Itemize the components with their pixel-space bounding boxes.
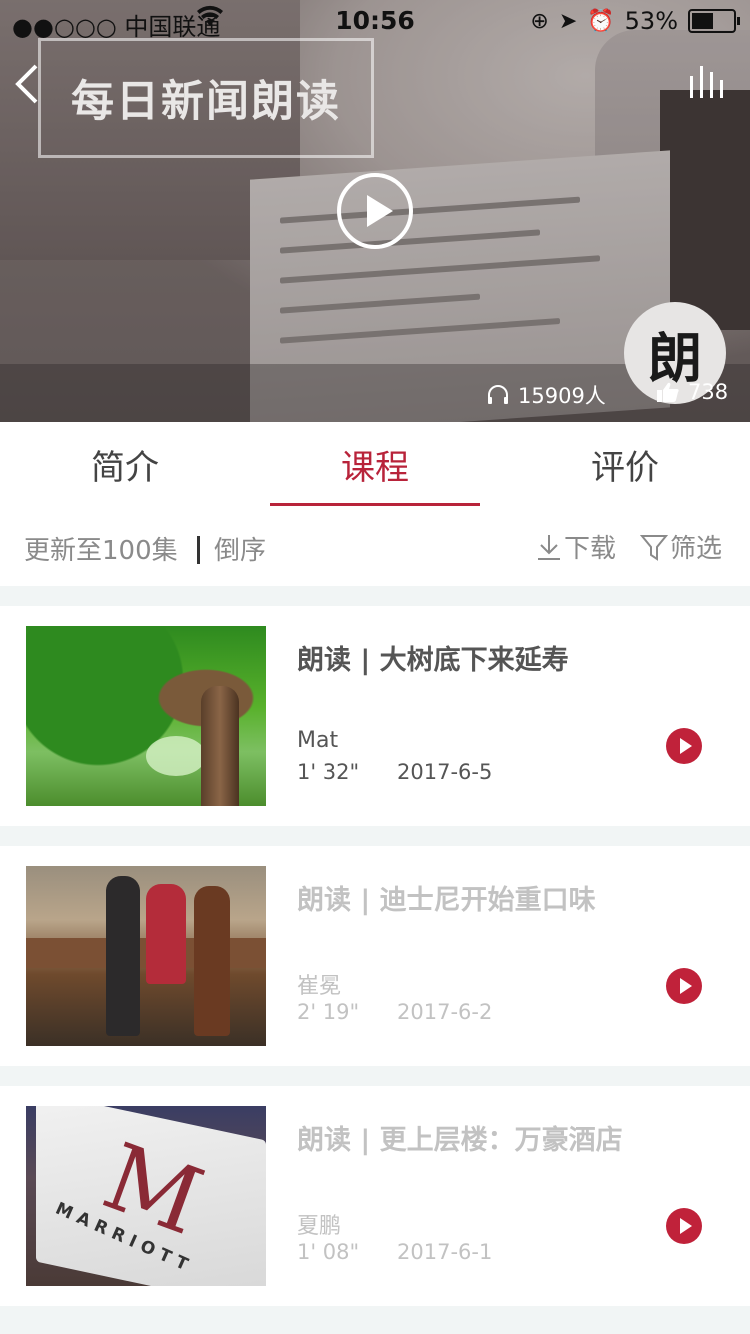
sort-order-button[interactable]: 倒序 [214, 530, 266, 567]
tab-intro[interactable]: 简介 [20, 440, 230, 489]
episode-thumbnail-marriott: M MARRIOTT [26, 1106, 266, 1286]
listener-count-value: 15909人 [518, 384, 606, 408]
listener-count: 15909人 [486, 380, 606, 410]
episode-item[interactable]: 朗读 | 大树底下来延寿 Mat 1' 32" 2017-6-5 [0, 606, 750, 826]
episode-item[interactable]: M MARRIOTT 朗读 | 更上层楼：万豪酒店 夏鹏 1' 08" 2017… [0, 1086, 750, 1306]
like-count: 738 [688, 380, 729, 404]
play-episode-button[interactable] [666, 1208, 702, 1244]
play-episode-button[interactable] [666, 728, 702, 764]
toolbar-divider [197, 536, 200, 564]
episode-author: Mat [297, 728, 339, 753]
tab-bar: 简介 课程 评价 [0, 422, 750, 506]
episode-duration: 2' 19" [297, 1000, 360, 1024]
alarm-icon: ⏰ [587, 8, 615, 34]
play-cover-button[interactable] [337, 173, 413, 249]
filter-label: 筛选 [670, 534, 723, 564]
banner-title: 每日新闻朗读 [71, 77, 341, 127]
episode-author: 夏鹏 [297, 1214, 342, 1239]
headphones-icon [488, 385, 508, 404]
status-bar: ●●○○○ 中国联通 10:56 ⊕ ➤ ⏰ 53% [0, 0, 750, 42]
episode-author: 崔冕 [297, 974, 342, 999]
battery-icon [688, 9, 740, 33]
audio-bars-icon[interactable] [688, 66, 728, 98]
location-icon: ➤ [558, 8, 578, 34]
episode-title: 朗读 | 大树底下来延寿 [297, 645, 569, 676]
episode-date: 2017-6-2 [397, 1000, 493, 1024]
banner-title-frame: 每日新闻朗读 [38, 38, 374, 158]
battery-percent: 53% [624, 7, 678, 35]
episode-date: 2017-6-1 [397, 1240, 493, 1264]
episode-title: 朗读 | 迪士尼开始重口味 [297, 885, 596, 916]
download-button[interactable]: 下载 [536, 528, 616, 565]
filter-button[interactable]: 筛选 [640, 528, 722, 565]
tab-course[interactable]: 课程 [270, 440, 480, 489]
episode-duration: 1' 08" [297, 1240, 360, 1264]
update-status: 更新至100集 [24, 536, 178, 566]
episode-date: 2017-6-5 [397, 760, 493, 784]
download-icon [538, 534, 560, 560]
like-button[interactable]: 738 [656, 380, 728, 404]
download-label: 下载 [564, 534, 617, 564]
filter-icon [640, 534, 668, 561]
tab-review[interactable]: 评价 [520, 440, 730, 489]
episode-toolbar: 更新至100集 倒序 下载 筛选 [0, 506, 750, 586]
episode-duration: 1' 32" [297, 760, 360, 784]
episode-thumbnail-tree [26, 626, 266, 806]
thumbs-up-icon [657, 382, 679, 402]
rotation-lock-icon: ⊕ [530, 8, 549, 34]
episode-item[interactable]: 朗读 | 迪士尼开始重口味 崔冕 2' 19" 2017-6-2 [0, 846, 750, 1066]
episode-title: 朗读 | 更上层楼：万豪酒店 [297, 1125, 623, 1156]
episode-thumbnail-kitchen [26, 866, 266, 1046]
play-episode-button[interactable] [666, 968, 702, 1004]
